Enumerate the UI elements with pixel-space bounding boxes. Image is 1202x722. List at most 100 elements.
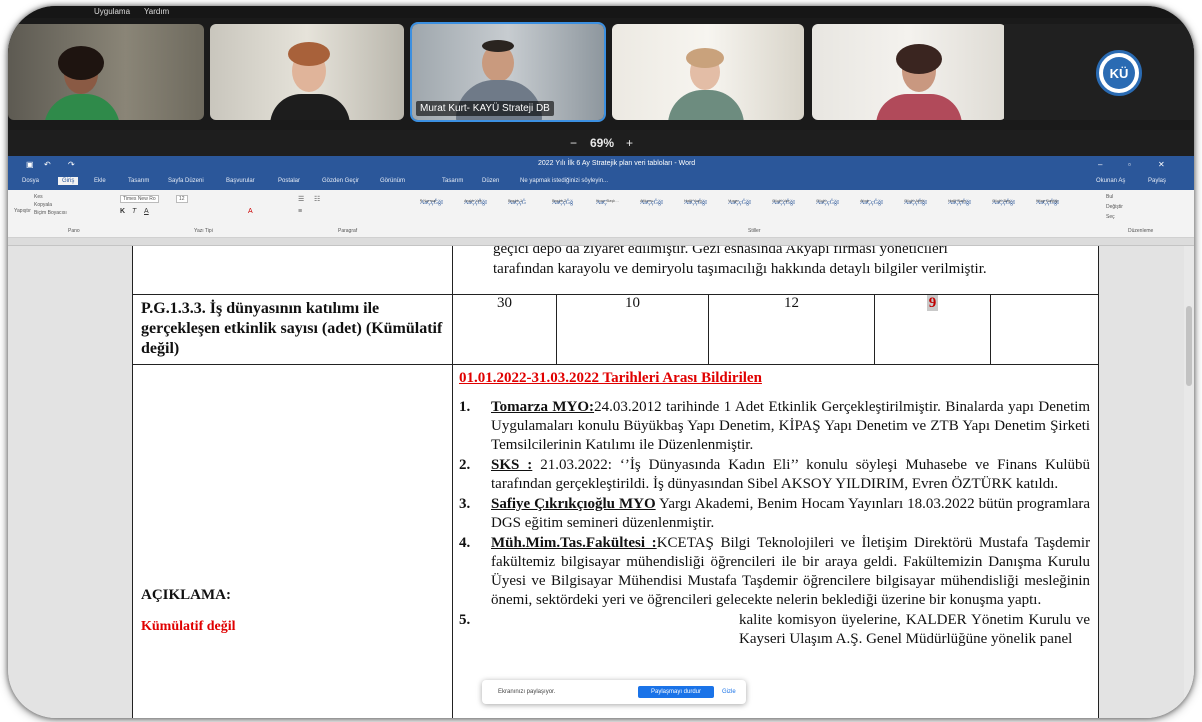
style-option[interactable]: AaÇçĞğI Hafif Başv... bbox=[948, 194, 988, 222]
participant-tile-5[interactable] bbox=[812, 24, 1006, 120]
participant-tile-4[interactable] bbox=[612, 24, 804, 120]
metric-value-2: 10 bbox=[556, 293, 709, 365]
tell-me-search[interactable]: Ne yapmak istediğinizi söyleyin... bbox=[520, 178, 608, 184]
vertical-scrollbar[interactable] bbox=[1184, 246, 1194, 718]
minimize-icon[interactable]: – bbox=[1098, 160, 1102, 169]
participant-video-strip: Murat Kurt- KAYÜ Strateji DB KÜ bbox=[8, 18, 1194, 130]
close-icon[interactable]: ✕ bbox=[1158, 160, 1165, 169]
participant-tile-3[interactable]: Murat Kurt- KAYÜ Strateji DB bbox=[410, 22, 606, 122]
ribbon-home: Yapıştır Kes Kopyala Biçim Boyacısı Time… bbox=[8, 190, 1194, 238]
participant-tile-2[interactable] bbox=[210, 24, 404, 120]
style-option[interactable]: AaÇçĞğI Hafif Vurg... bbox=[684, 194, 724, 222]
zoom-out-button[interactable]: − bbox=[570, 136, 577, 150]
list-item: 4. Müh.Mim.Tas.Fakültesi :KCETAŞ Bilgi Te… bbox=[459, 534, 1091, 608]
document-canvas: geçici depo da ziyaret edilmiştir. Gezi … bbox=[8, 246, 1194, 718]
bullets-icon[interactable]: ☰ bbox=[298, 195, 304, 203]
style-option[interactable]: AaÇçĞğI Vurgu bbox=[728, 194, 768, 222]
style-option[interactable]: AaÇçĞğI Kitap Başlığı bbox=[1036, 194, 1076, 222]
photo-frame: Uygulama Yardım Murat Kurt- KAYÜ Stratej… bbox=[8, 6, 1194, 718]
paste-button[interactable]: Yapıştır bbox=[14, 208, 31, 214]
menu-item-uygulama[interactable]: Uygulama bbox=[94, 6, 130, 18]
tab-postalar[interactable]: Postalar bbox=[278, 178, 300, 184]
tab-sayfa-duzeni[interactable]: Sayfa Düzeni bbox=[168, 178, 204, 184]
table-row: P.G.1.3.3. İş dünyasının katılımı ile ge… bbox=[132, 293, 1100, 365]
zoom-level: 69% bbox=[590, 136, 615, 150]
style-option[interactable]: AaÇçĞğI Güçlü Baş... bbox=[992, 194, 1032, 222]
stop-sharing-button[interactable]: Paylaşmayı durdur bbox=[638, 686, 714, 698]
metric-value-5 bbox=[989, 293, 1100, 365]
tab-basvurular[interactable]: Başvurular bbox=[226, 178, 255, 184]
save-icon[interactable]: ▣ bbox=[26, 160, 34, 169]
document-page: geçici depo da ziyaret edilmiştir. Gezi … bbox=[132, 246, 1100, 718]
group-label-stiller: Stiller bbox=[748, 228, 761, 234]
share-message: Ekranınızı paylaşıyor. bbox=[498, 689, 556, 695]
copy-button[interactable]: Kopyala bbox=[34, 202, 52, 208]
hide-notification-button[interactable]: Gizle bbox=[722, 689, 736, 695]
tab-giris[interactable]: Giriş bbox=[58, 177, 79, 185]
bold-button[interactable]: K bbox=[120, 208, 125, 215]
indicator-table: geçici depo da ziyaret edilmiştir. Gezi … bbox=[132, 246, 1100, 718]
font-name-select[interactable]: Times New Ro bbox=[120, 195, 159, 203]
explanation-content: 01.01.2022-31.03.2022 Tarihleri Arası Bi… bbox=[451, 363, 1100, 718]
user-name: Okunan Aş bbox=[1096, 178, 1126, 184]
cut-button[interactable]: Kes bbox=[34, 194, 43, 200]
tab-dosya[interactable]: Dosya bbox=[22, 178, 39, 184]
tab-tablo-tasarim[interactable]: Tasarım bbox=[442, 178, 463, 184]
menu-item-yardim[interactable]: Yardım bbox=[144, 6, 169, 18]
tab-gozden-gecir[interactable]: Gözden Geçir bbox=[322, 178, 359, 184]
find-button[interactable]: Bul bbox=[1106, 194, 1113, 200]
format-painter-button[interactable]: Biçim Boyacısı bbox=[34, 210, 67, 216]
style-option[interactable]: AaÇçĞğI Aralık Yok bbox=[464, 194, 504, 222]
list-item: 2. SKS : 21.03.2022: ‘’İş Dünyasında Kadı… bbox=[459, 456, 1091, 492]
numbering-icon[interactable]: ☷ bbox=[314, 195, 320, 203]
style-option[interactable]: AaÇçĞğI Alıntı bbox=[860, 194, 900, 222]
style-option[interactable]: AaÇçĞğI ¶ Normal bbox=[420, 194, 460, 222]
horizontal-ruler[interactable] bbox=[8, 238, 1194, 246]
style-option[interactable]: AaÇçĞğI Güçlü bbox=[816, 194, 856, 222]
style-option[interactable]: AaÇçĞ Başlık 1 bbox=[508, 194, 548, 222]
font-color-icon[interactable]: A bbox=[248, 208, 253, 215]
style-option[interactable]: AaÇçĞğI Altkonu bbox=[640, 194, 680, 222]
tab-gorunum[interactable]: Görünüm bbox=[380, 178, 405, 184]
tab-ekle[interactable]: Ekle bbox=[94, 178, 106, 184]
scrollbar-thumb[interactable] bbox=[1186, 306, 1192, 386]
word-window: ▣ ↶ ↷ 2022 Yılı İlk 6 Ay Stratejik plan … bbox=[8, 156, 1194, 718]
replace-button[interactable]: Değiştir bbox=[1106, 204, 1123, 210]
group-label-duzenleme: Düzenleme bbox=[1128, 228, 1154, 234]
style-option[interactable]: AaÇçĞğI Güçlü Vur... bbox=[772, 194, 812, 222]
screen-share-notification: Ekranınızı paylaşıyor. Paylaşmayı durdur… bbox=[482, 680, 746, 704]
select-button[interactable]: Seç bbox=[1106, 214, 1115, 220]
list-item: 3. Safiye Çıkrıkçıoğlu MYO Yargı Akademi,… bbox=[459, 495, 1091, 531]
ribbon-tabs: Dosya Giriş Ekle Tasarım Sayfa Düzeni Ba… bbox=[8, 176, 1194, 190]
style-option[interactable]: AaÇçĞğI Güçlü Alıntı bbox=[904, 194, 944, 222]
tab-tasarim[interactable]: Tasarım bbox=[128, 178, 149, 184]
list-item: 5. kalite komisyon üyelerine, KALDER Yöne… bbox=[459, 611, 1091, 647]
style-option[interactable]: AaÇçĞğ Başlık 2 bbox=[552, 194, 592, 222]
zoom-in-button[interactable]: + bbox=[626, 136, 633, 150]
participant-tile-1[interactable] bbox=[8, 24, 204, 120]
university-logo-icon: KÜ bbox=[1096, 50, 1142, 96]
list-item: 1. Tomarza MYO:24.03.2012 tarihinde 1 Ade… bbox=[459, 398, 1091, 453]
organization-logo-tile: KÜ bbox=[1004, 24, 1194, 120]
group-label-pano: Pano bbox=[68, 228, 80, 234]
explanation-label-cell: AÇIKLAMA: Kümülatif değil bbox=[132, 363, 453, 718]
redo-icon[interactable]: ↷ bbox=[68, 160, 75, 169]
share-button[interactable]: Paylaş bbox=[1148, 178, 1166, 184]
previous-paragraph: geçici depo da ziyaret edilmiştir. Gezi … bbox=[451, 246, 1100, 295]
table-row: geçici depo da ziyaret edilmiştir. Gezi … bbox=[132, 246, 1100, 295]
group-label-yazi-tipi: Yazı Tipi bbox=[194, 228, 213, 234]
align-icon[interactable]: ≡ bbox=[298, 208, 302, 215]
group-label-paragraf: Paragraf bbox=[338, 228, 358, 234]
period-header: 01.01.2022-31.03.2022 Tarihleri Arası Bi… bbox=[459, 369, 762, 386]
share-zoom-bar: − 69% + bbox=[8, 130, 1194, 156]
table-row: AÇIKLAMA: Kümülatif değil 01.01.2022-31.… bbox=[132, 363, 1100, 718]
maximize-icon[interactable]: ▫ bbox=[1128, 160, 1131, 169]
undo-icon[interactable]: ↶ bbox=[44, 160, 51, 169]
font-size-select[interactable]: 12 bbox=[176, 195, 188, 203]
metric-value-3: 12 bbox=[708, 293, 875, 365]
underline-button[interactable]: A bbox=[144, 208, 149, 215]
tab-tablo-duzen[interactable]: Düzen bbox=[482, 178, 499, 184]
italic-button[interactable]: T bbox=[132, 208, 136, 215]
style-option[interactable]: AaÇ Konu Başlı... bbox=[596, 194, 636, 222]
activity-list: 1. Tomarza MYO:24.03.2012 tarihinde 1 Ade… bbox=[459, 398, 1090, 649]
